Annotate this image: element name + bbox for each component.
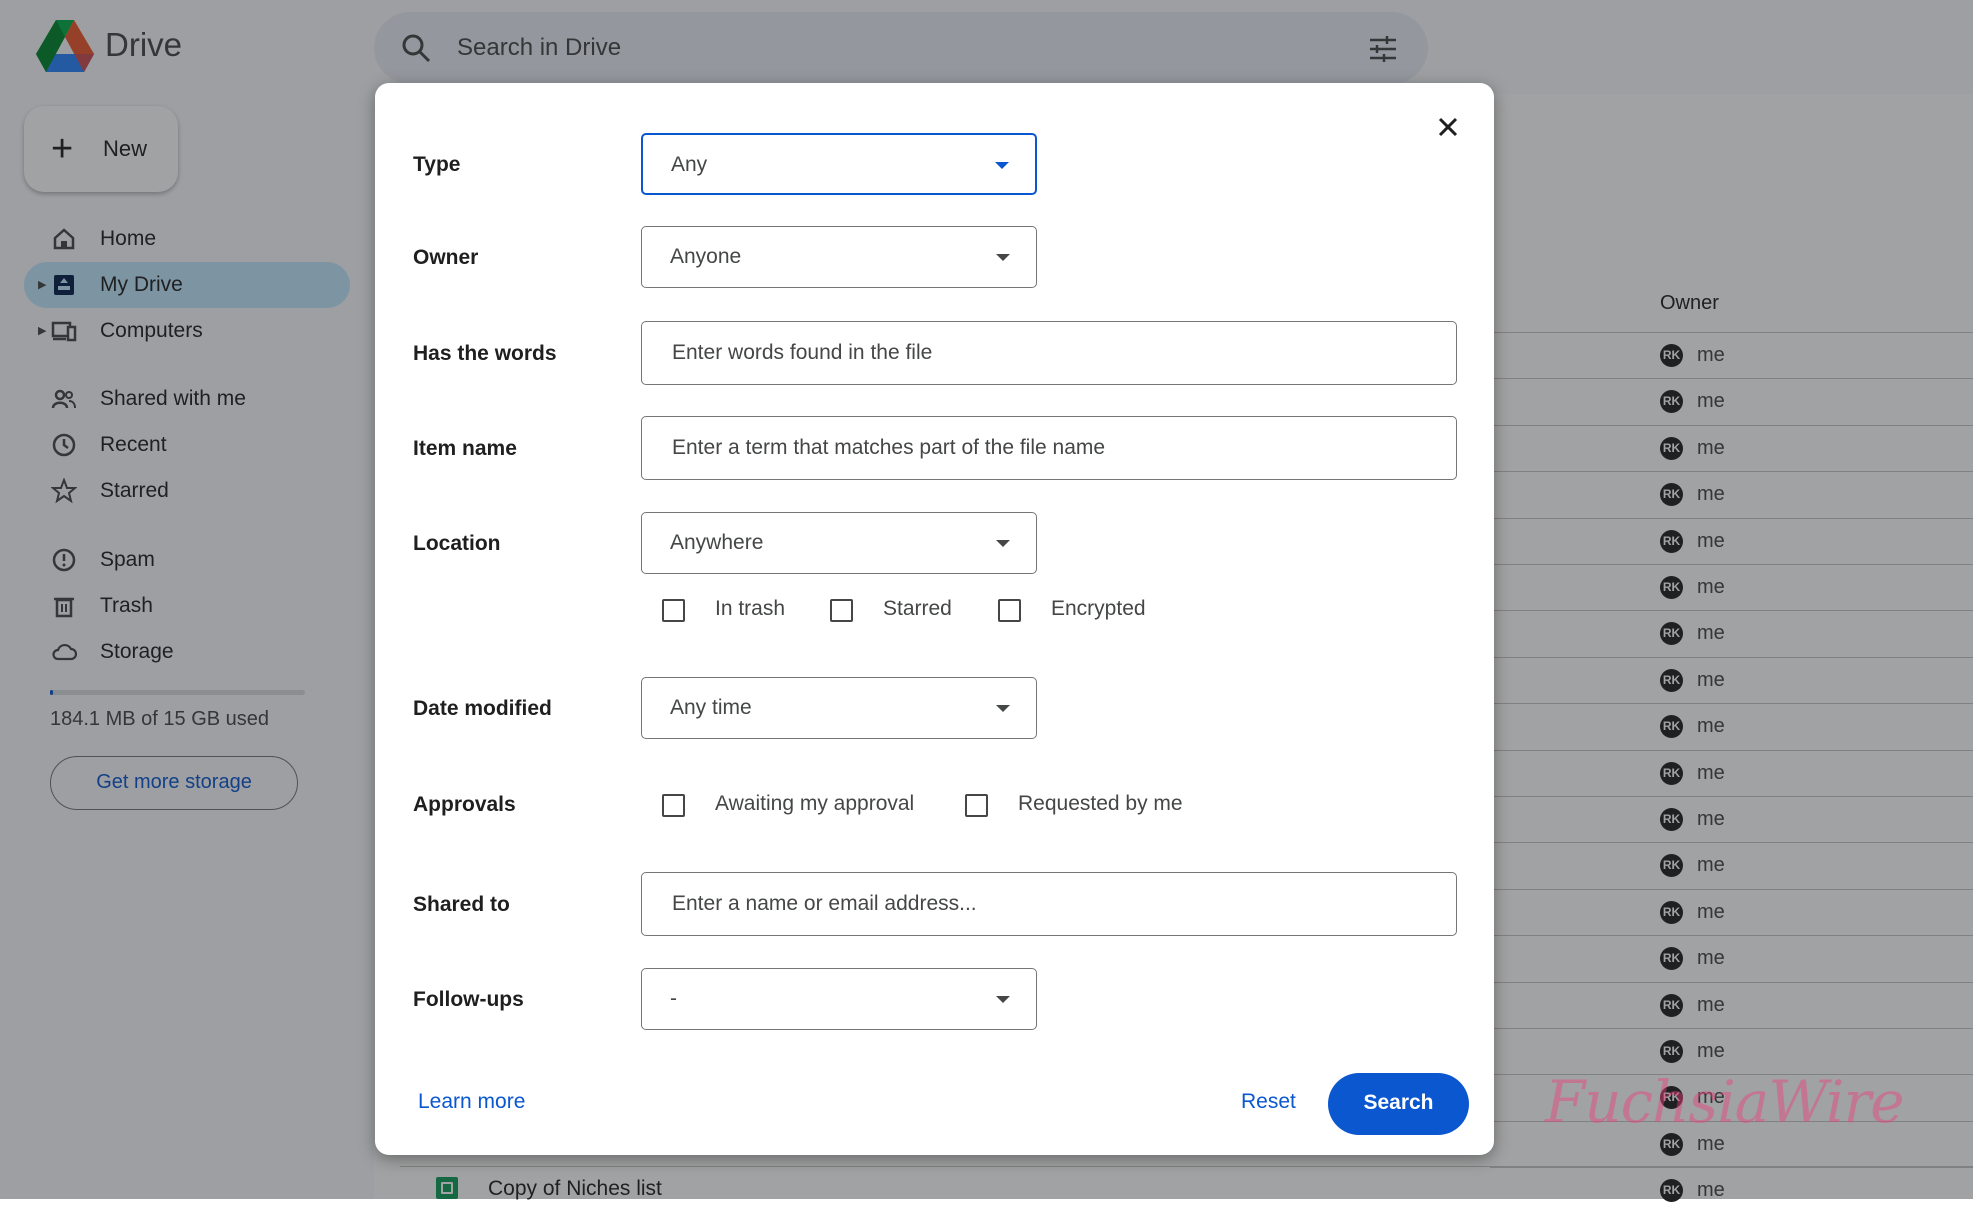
type-label: Type xyxy=(413,153,461,176)
awaiting-approval-checkbox[interactable] xyxy=(662,794,685,817)
dropdown-arrow-icon xyxy=(996,996,1010,1003)
encrypted-label[interactable]: Encrypted xyxy=(1051,597,1146,621)
follow-ups-value: - xyxy=(670,987,677,1010)
advanced-search-dialog: Type Any Owner Anyone Has the words Item… xyxy=(375,83,1494,1155)
reset-button[interactable]: Reset xyxy=(1241,1090,1296,1114)
search-button[interactable]: Search xyxy=(1328,1073,1469,1135)
shared-to-label: Shared to xyxy=(413,893,510,916)
type-value: Any xyxy=(671,153,708,176)
type-dropdown[interactable]: Any xyxy=(641,133,1037,195)
location-label: Location xyxy=(413,532,501,555)
dropdown-arrow-icon xyxy=(995,162,1009,169)
starred-label[interactable]: Starred xyxy=(883,597,952,621)
follow-ups-dropdown[interactable]: - xyxy=(641,968,1037,1030)
has-words-input[interactable] xyxy=(642,322,1456,384)
follow-ups-label: Follow-ups xyxy=(413,988,524,1011)
encrypted-checkbox[interactable] xyxy=(998,599,1021,622)
location-dropdown[interactable]: Anywhere xyxy=(641,512,1037,574)
approvals-label: Approvals xyxy=(413,793,516,816)
in-trash-checkbox[interactable] xyxy=(662,599,685,622)
dropdown-arrow-icon xyxy=(996,540,1010,547)
awaiting-approval-label[interactable]: Awaiting my approval xyxy=(715,792,914,816)
location-value: Anywhere xyxy=(670,531,764,554)
item-name-input[interactable] xyxy=(642,417,1456,479)
date-modified-label: Date modified xyxy=(413,697,552,720)
starred-checkbox[interactable] xyxy=(830,599,853,622)
dropdown-arrow-icon xyxy=(996,254,1010,261)
has-words-field[interactable] xyxy=(641,321,1457,385)
watermark-logo: FuchsiaWire xyxy=(1545,1068,1905,1136)
learn-more-link[interactable]: Learn more xyxy=(418,1090,525,1114)
requested-by-me-checkbox[interactable] xyxy=(965,794,988,817)
shared-to-field[interactable] xyxy=(641,872,1457,936)
date-modified-dropdown[interactable]: Any time xyxy=(641,677,1037,739)
owner-value: Anyone xyxy=(670,245,742,268)
search-button-label: Search xyxy=(1363,1091,1434,1114)
requested-by-me-label[interactable]: Requested by me xyxy=(1018,792,1183,816)
date-modified-value: Any time xyxy=(670,696,752,719)
dropdown-arrow-icon xyxy=(996,705,1010,712)
item-name-field[interactable] xyxy=(641,416,1457,480)
has-words-label: Has the words xyxy=(413,342,557,365)
owner-label: Owner xyxy=(413,246,479,269)
close-icon[interactable] xyxy=(1428,107,1468,147)
in-trash-label[interactable]: In trash xyxy=(715,597,785,621)
shared-to-input[interactable] xyxy=(642,873,1456,935)
item-name-label: Item name xyxy=(413,437,517,460)
owner-dropdown[interactable]: Anyone xyxy=(641,226,1037,288)
